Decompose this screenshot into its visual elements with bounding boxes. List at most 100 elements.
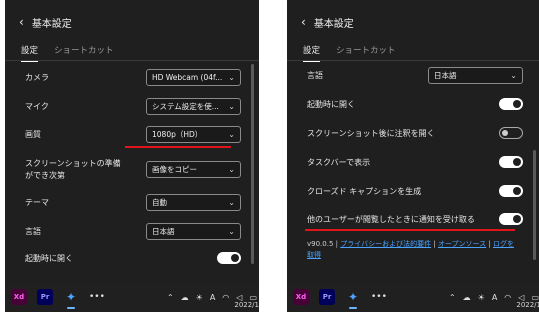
toggle-knob bbox=[231, 254, 239, 262]
wifi-icon[interactable]: ◠ bbox=[222, 293, 229, 302]
language-value: 日本語 bbox=[434, 71, 457, 80]
theme-row: テーマ 自動 ⌄ bbox=[25, 194, 241, 211]
language-label: 言語 bbox=[25, 227, 41, 236]
get-log-link[interactable]: ログを bbox=[493, 240, 514, 248]
cloud-icon[interactable]: ☁ bbox=[181, 293, 189, 302]
header: ‹ 基本設定 bbox=[301, 12, 354, 32]
page-title: 基本設定 bbox=[313, 18, 354, 30]
theme-value: 自動 bbox=[152, 198, 167, 207]
theme-select[interactable]: 自動 ⌄ bbox=[146, 194, 241, 211]
chevron-down-icon: ⌄ bbox=[510, 71, 517, 80]
closed-captions-toggle[interactable] bbox=[499, 185, 523, 197]
microphone-label: マイク bbox=[25, 102, 49, 111]
chevron-left-icon[interactable]: ‹ bbox=[19, 16, 24, 28]
screenshot-ready-row: スクリーンショットの準備ができ次第 画像をコピー ⌄ bbox=[25, 158, 241, 181]
tab-divider bbox=[5, 60, 259, 61]
language-select[interactable]: 日本語 ⌄ bbox=[146, 223, 241, 240]
camera-row: カメラ HD Webcam (04f... ⌄ bbox=[25, 69, 241, 86]
annotate-after-screenshot-label: スクリーンショット後に注釈を開く bbox=[307, 128, 435, 138]
quality-label: 画質 bbox=[25, 130, 41, 139]
get-log-link-continued[interactable]: 取得 bbox=[307, 251, 321, 259]
microphone-row: マイク システム設定を使... ⌄ bbox=[25, 98, 241, 115]
open-at-startup-label: 起動時に開く bbox=[25, 253, 73, 263]
view-notification-label: 他のユーザーが閲覧したときに通知を受け取る bbox=[307, 214, 475, 224]
sun-icon[interactable]: ☀ bbox=[196, 293, 203, 302]
camera-select[interactable]: HD Webcam (04f... ⌄ bbox=[146, 69, 241, 86]
toggle-knob bbox=[502, 130, 508, 136]
show-in-taskbar-label: タスクバーで表示 bbox=[307, 157, 371, 167]
language-label: 言語 bbox=[307, 71, 323, 80]
view-notification-row: 他のユーザーが閲覧したときに通知を受け取る bbox=[307, 213, 523, 225]
version-text: v90.0.5 | bbox=[307, 240, 338, 248]
screenshot-ready-label: スクリーンショットの準備ができ次第 bbox=[25, 159, 121, 180]
xd-app-icon[interactable]: Xd bbox=[11, 289, 27, 305]
open-source-link[interactable]: オープンソース bbox=[438, 240, 486, 248]
view-notification-toggle[interactable] bbox=[499, 213, 523, 225]
camera-value: HD Webcam (04f... bbox=[152, 73, 223, 82]
closed-captions-label: クローズド キャプションを生成 bbox=[307, 186, 422, 196]
xd-app-icon[interactable]: Xd bbox=[293, 289, 309, 305]
input-method-letter[interactable]: A bbox=[492, 293, 497, 302]
toggle-knob bbox=[513, 215, 521, 223]
chevron-down-icon: ⌄ bbox=[228, 73, 235, 82]
chevron-left-icon[interactable]: ‹ bbox=[301, 16, 306, 28]
cloud-icon[interactable]: ☁ bbox=[463, 293, 471, 302]
show-in-taskbar-row: タスクバーで表示 bbox=[307, 156, 523, 168]
chevron-down-icon: ⌄ bbox=[228, 198, 235, 207]
highlight-underline bbox=[305, 229, 515, 231]
privacy-link[interactable]: プライバシーおよび法的要件 bbox=[340, 240, 431, 248]
tab-divider bbox=[287, 60, 539, 61]
chevron-down-icon: ⌄ bbox=[228, 227, 235, 236]
sun-icon[interactable]: ☀ bbox=[478, 293, 485, 302]
quality-row: 画質 1080p（HD） ⌄ bbox=[25, 126, 241, 143]
open-at-startup-row: 起動時に開く bbox=[25, 252, 241, 264]
premiere-app-icon[interactable]: Pr bbox=[319, 289, 335, 305]
camera-label: カメラ bbox=[25, 73, 49, 82]
open-at-startup-toggle[interactable] bbox=[217, 252, 241, 264]
scrollbar[interactable] bbox=[251, 64, 254, 264]
quality-value: 1080p（HD） bbox=[152, 130, 203, 139]
wifi-icon[interactable]: ◠ bbox=[504, 293, 511, 302]
settings-panel-right: ‹ 基本設定 設定 ショートカット 言語 日本語 ⌄ 起動時に開く スクリーンシ… bbox=[287, 0, 539, 312]
toggle-knob bbox=[513, 158, 521, 166]
scrollbar[interactable] bbox=[533, 150, 536, 260]
premiere-app-icon[interactable]: Pr bbox=[37, 289, 53, 305]
microphone-select[interactable]: システム設定を使... ⌄ bbox=[146, 98, 241, 115]
taskbar: Xd Pr ✦ ••• ⌃ ☁ ☀ A ◠ ◁ ▭ 2022/1 bbox=[5, 282, 259, 312]
quality-select[interactable]: 1080p（HD） ⌄ bbox=[146, 126, 241, 143]
active-app-icon[interactable]: ✦ bbox=[345, 289, 361, 309]
chevron-up-icon[interactable]: ⌃ bbox=[449, 293, 456, 302]
more-icon[interactable]: ••• bbox=[89, 292, 105, 302]
screenshot-ready-value: 画像をコピー bbox=[152, 165, 197, 175]
annotate-after-screenshot-row: スクリーンショット後に注釈を開く bbox=[307, 127, 523, 139]
clock-date[interactable]: 2022/1 bbox=[234, 301, 259, 309]
more-icon[interactable]: ••• bbox=[371, 292, 387, 302]
clock-date[interactable]: 2022/1 bbox=[516, 301, 539, 309]
taskbar: Xd Pr ✦ ••• ⌃ ☁ ☀ A ◠ ◁ ▭ 2022/1 bbox=[287, 282, 539, 312]
toggle-knob bbox=[513, 187, 521, 195]
header: ‹ 基本設定 bbox=[19, 12, 72, 32]
footer-separator: | bbox=[488, 240, 491, 248]
active-app-icon[interactable]: ✦ bbox=[63, 289, 79, 309]
toggle-knob bbox=[513, 100, 521, 108]
open-at-startup-toggle[interactable] bbox=[499, 98, 523, 110]
input-method-letter[interactable]: A bbox=[210, 293, 215, 302]
chevron-up-icon[interactable]: ⌃ bbox=[167, 293, 174, 302]
open-at-startup-row: 起動時に開く bbox=[307, 98, 523, 110]
language-select[interactable]: 日本語 ⌄ bbox=[428, 67, 523, 84]
open-at-startup-label: 起動時に開く bbox=[307, 99, 355, 109]
chevron-down-icon: ⌄ bbox=[228, 102, 235, 111]
language-value: 日本語 bbox=[152, 227, 175, 236]
screenshot-ready-select[interactable]: 画像をコピー ⌄ bbox=[146, 161, 241, 179]
footer-links: v90.0.5 | プライバシーおよび法的要件 | オープンソース | ログを … bbox=[307, 239, 523, 261]
page-title: 基本設定 bbox=[31, 18, 72, 30]
show-in-taskbar-toggle[interactable] bbox=[499, 156, 523, 168]
highlight-underline bbox=[125, 146, 231, 148]
language-row: 言語 日本語 ⌄ bbox=[25, 223, 241, 240]
language-row: 言語 日本語 ⌄ bbox=[307, 67, 523, 84]
microphone-value: システム設定を使... bbox=[152, 102, 219, 111]
chevron-down-icon: ⌄ bbox=[228, 130, 235, 139]
annotate-after-screenshot-toggle[interactable] bbox=[499, 127, 523, 139]
settings-panel-left: ‹ 基本設定 設定 ショートカット カメラ HD Webcam (04f... … bbox=[5, 0, 259, 312]
closed-captions-row: クローズド キャプションを生成 bbox=[307, 185, 523, 197]
